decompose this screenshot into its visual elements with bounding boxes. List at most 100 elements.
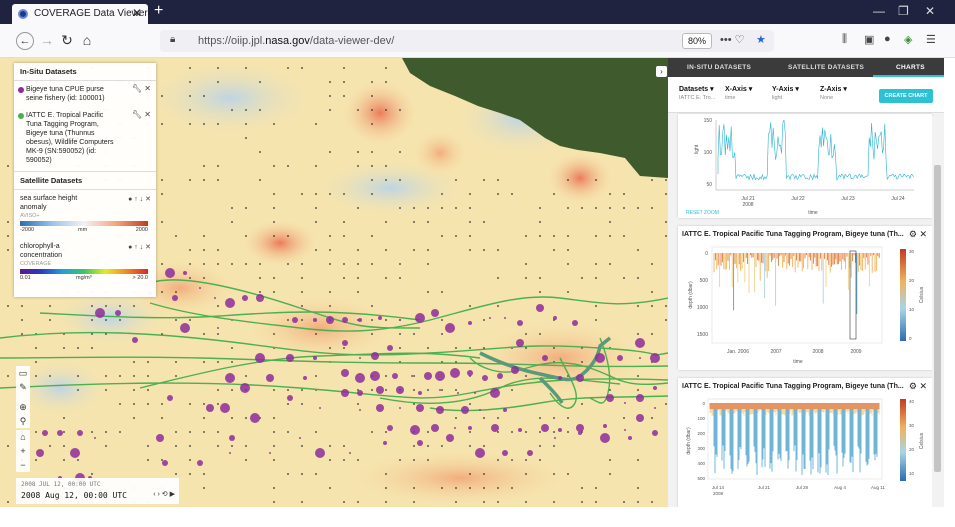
grid-dot — [343, 263, 345, 265]
create-chart-button[interactable]: CREATE CHART — [879, 89, 933, 103]
scale-min: 0.01 — [20, 275, 31, 281]
grid-dot — [203, 277, 205, 279]
light-chart[interactable]: 15010050lightJul 212008Jul 22 Jul 23 Jul 2… — [678, 114, 932, 218]
layers-panel: In-Situ Datasets Bigeye tuna CPUE purse … — [14, 63, 156, 297]
colorbar-tick: 20 — [909, 447, 915, 452]
library-icon[interactable]: ⫼ — [842, 33, 847, 46]
chart-card-depth-short: IATTC E. Tropical Pacific Tuna Tagging P… — [678, 378, 932, 507]
grid-dot — [539, 291, 541, 293]
z-axis-select[interactable]: Z-Axis ▾ None — [820, 85, 847, 101]
x-axis-select[interactable]: X-Axis ▾ time — [725, 85, 752, 101]
grid-dot — [175, 235, 177, 237]
url-text: https://oiip.jpl.nasa.gov/data-viewer-de… — [198, 35, 395, 47]
depth-chart-long[interactable]: 050010001500depth (dbar)Jan. 2006 2007 200… — [678, 243, 932, 369]
grid-dot — [483, 319, 485, 321]
tab-charts[interactable]: CHARTS — [896, 64, 925, 71]
y-axis-select[interactable]: Y-Axis ▾ light — [772, 85, 799, 101]
reset-zoom-link[interactable]: RESET ZOOM — [686, 210, 719, 216]
grid-dot — [497, 487, 499, 489]
cpue-point — [355, 373, 365, 383]
reload-icon[interactable]: ↻ — [58, 32, 76, 49]
grid-dot — [441, 291, 443, 293]
new-tab-button[interactable]: + — [154, 2, 163, 20]
zoom-in-icon[interactable]: + — [16, 444, 30, 458]
grid-dot — [231, 109, 233, 111]
window-close-icon[interactable]: ✕ — [925, 4, 935, 18]
y-tick-label: 500 — [697, 476, 705, 481]
depth-chart-short[interactable]: 0 100 200 300 400 500 depth (dbar) Jul 142008 Ju… — [678, 395, 932, 507]
grid-dot — [665, 193, 667, 195]
grid-dot — [595, 319, 597, 321]
wrench-icon[interactable]: ✎ — [16, 380, 30, 394]
grid-dot — [287, 319, 289, 321]
forward-icon[interactable]: → — [38, 32, 56, 48]
grid-dot — [525, 277, 527, 279]
minimize-icon[interactable]: — — [873, 4, 885, 18]
satellite-item-label: sea surface height anomaly — [20, 195, 78, 211]
grid-dot — [637, 375, 639, 377]
home-map-icon[interactable]: ⌂ — [16, 430, 30, 444]
grid-dot — [7, 235, 9, 237]
wrench-close-icon[interactable]: 🔧︎ ✕ — [132, 84, 151, 93]
cpue-point — [446, 434, 454, 442]
sidebar-icon[interactable]: ▣ — [864, 33, 874, 46]
zoom-out-icon[interactable]: − — [16, 458, 30, 472]
layer-controls-icon[interactable]: ● ↑ ↓ ✕ — [128, 243, 151, 251]
grid-dot — [371, 81, 373, 83]
collapse-panel-icon[interactable]: › — [656, 66, 667, 77]
grid-dot — [301, 291, 303, 293]
cpue-point — [299, 437, 301, 439]
insitu-item[interactable]: Bigeye tuna CPUE purse seine fishery (id… — [14, 81, 156, 107]
browser-tab[interactable]: COVERAGE Data Viewer ✕ — [12, 4, 148, 24]
chart-settings-close-icon[interactable]: ⚙ ✕ — [909, 229, 927, 240]
grid-dot — [399, 459, 401, 461]
y-tick-label: 0 — [702, 401, 705, 406]
extension-icon[interactable]: ◈ — [904, 33, 912, 46]
grid-dot — [427, 389, 429, 391]
insitu-item[interactable]: IATTC E. Tropical Pacific Tuna Tagging P… — [14, 107, 156, 169]
time-control[interactable]: 2008 JUL 12, 00:00 UTC 2008 Aug 12, 00:0… — [16, 478, 179, 504]
address-bar[interactable]: 🔒︎ https://oiip.jpl.nasa.gov/data-viewer… — [160, 30, 774, 52]
grid-dot — [665, 403, 667, 405]
home-icon[interactable]: ⌂ — [78, 32, 96, 48]
datasets-select[interactable]: Datasets ▾ IATTC E. Tro... — [679, 85, 715, 101]
grid-dot — [217, 389, 219, 391]
grid-dot — [189, 95, 191, 97]
bookmark-star-icon[interactable]: ★ — [756, 33, 766, 46]
time-current[interactable]: 2008 Aug 12, 00:00 UTC — [21, 491, 127, 500]
tab-satellite[interactable]: SATELLITE DATASETS — [788, 64, 864, 71]
grid-dot — [455, 487, 457, 489]
grid-dot — [441, 333, 443, 335]
grid-dot — [301, 501, 303, 503]
grid-dot — [595, 207, 597, 209]
menu-icon[interactable]: ☰ — [926, 33, 936, 46]
page-actions-icon[interactable]: ••• ♡ — [720, 33, 744, 46]
location-icon[interactable]: ⊕ — [16, 400, 30, 414]
cpue-point — [303, 376, 307, 380]
tab-insitu[interactable]: IN-SITU DATASETS — [687, 64, 751, 71]
scrollbar-thumb[interactable] — [934, 165, 941, 472]
restore-icon[interactable]: ❐ — [898, 4, 909, 18]
cpue-point — [313, 318, 317, 322]
close-tab-icon[interactable]: ✕ — [132, 6, 142, 20]
satellite-item[interactable]: chlorophyll-a concentration ● ↑ ↓ ✕ COVE… — [14, 238, 156, 286]
grid-dot — [525, 459, 527, 461]
grid-dot — [315, 193, 317, 195]
grid-dot — [651, 263, 653, 265]
grid-dot — [455, 417, 457, 419]
zoom-level[interactable]: 80% — [682, 33, 713, 49]
chart-settings-close-icon[interactable]: ⚙ ✕ — [909, 381, 927, 392]
pin-icon[interactable]: ⚲ — [16, 414, 30, 428]
time-controls-icon[interactable]: ‹ › ⟲ ▶ — [153, 490, 175, 498]
layer-controls-icon[interactable]: ● ↑ ↓ ✕ — [128, 195, 151, 203]
grid-dot — [637, 249, 639, 251]
satellite-item[interactable]: sea surface height anomaly ● ↑ ↓ ✕ AVISO… — [14, 190, 156, 238]
grid-dot — [63, 417, 65, 419]
back-icon[interactable]: ← — [16, 32, 34, 50]
wrench-close-icon[interactable]: 🔧︎ ✕ — [132, 110, 151, 119]
account-icon[interactable]: ● — [884, 33, 891, 45]
satellite-item-label: chlorophyll-a concentration — [20, 243, 63, 259]
grid-dot — [91, 347, 93, 349]
layers-icon[interactable]: ▭ — [16, 366, 30, 380]
grid-dot — [371, 95, 373, 97]
